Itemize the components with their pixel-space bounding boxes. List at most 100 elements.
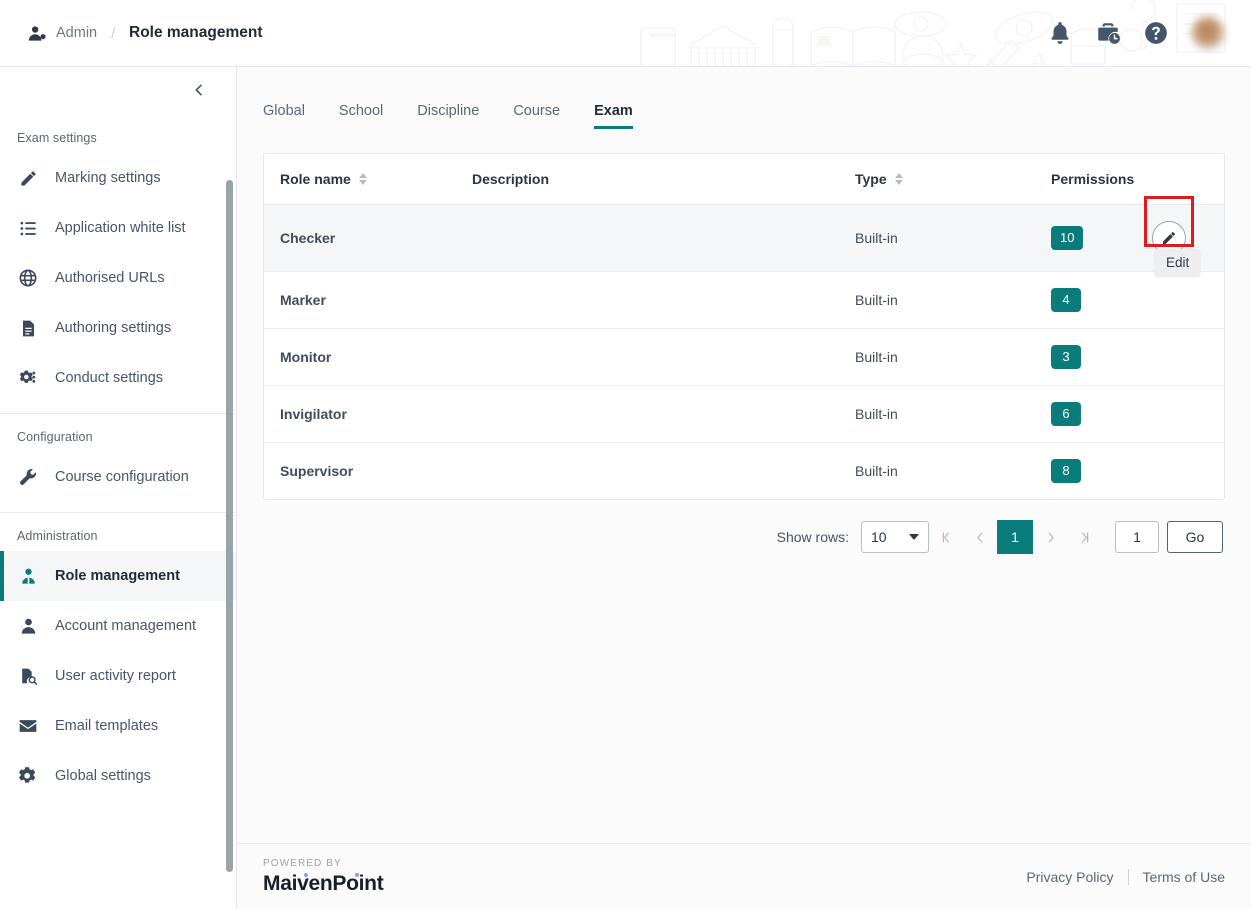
cell-description	[472, 271, 855, 329]
column-header-role-name[interactable]: Role name	[264, 154, 472, 205]
sidebar-item-label: User activity report	[55, 668, 176, 684]
goto-page-input[interactable]	[1115, 521, 1159, 553]
roles-table: Role name Description Type Permissions C…	[264, 154, 1224, 499]
cell-type: Built-in	[855, 463, 898, 479]
column-header-type[interactable]: Type	[855, 154, 1051, 205]
terms-of-use-link[interactable]: Terms of Use	[1143, 869, 1225, 885]
wrench-icon	[17, 466, 39, 488]
tab-discipline[interactable]: Discipline	[417, 103, 501, 129]
prev-page-icon[interactable]	[963, 520, 997, 554]
cell-description	[472, 385, 855, 443]
chevron-left-icon[interactable]	[188, 79, 210, 101]
breadcrumb-separator: /	[111, 25, 115, 41]
breadcrumb-admin[interactable]: Admin	[56, 25, 97, 41]
table-header-row: Role name Description Type Permissions	[264, 154, 1224, 205]
chevron-down-icon	[909, 534, 919, 540]
brand-text: MaivenPoint	[263, 871, 384, 895]
cell-description	[472, 443, 855, 500]
permissions-badge: 6	[1051, 402, 1081, 426]
briefcase-clock-icon[interactable]	[1095, 20, 1121, 46]
group-label-configuration: Configuration	[17, 430, 93, 444]
sidebar-group-exam-settings: Exam settings Marking settings Applicati…	[0, 115, 236, 414]
admin-user-icon	[28, 24, 47, 43]
powered-by-block: POWERED BY MaivenPoint	[263, 857, 384, 896]
help-icon[interactable]	[1143, 20, 1169, 46]
role-management-page: Admin / Role management Exam settings Ma…	[0, 0, 1251, 909]
table-row[interactable]: Supervisor Built-in 8	[264, 443, 1224, 500]
sidebar-item-authorised-urls[interactable]: Authorised URLs	[0, 253, 236, 303]
roles-table-card: Role name Description Type Permissions C…	[263, 153, 1225, 500]
content-area: Role name Description Type Permissions C…	[237, 129, 1251, 843]
tab-global[interactable]: Global	[263, 103, 327, 129]
cell-permissions: 3	[1051, 328, 1152, 386]
sidebar-nav: Exam settings Marking settings Applicati…	[0, 113, 236, 909]
cell-description	[472, 204, 855, 272]
table-body: Checker Built-in 10 Edit Marker Built-in…	[264, 196, 1224, 500]
sidebar-item-user-activity-report[interactable]: User activity report	[0, 651, 236, 701]
sidebar-scrollbar[interactable]	[226, 180, 233, 872]
first-page-icon[interactable]	[929, 520, 963, 554]
table-row[interactable]: Invigilator Built-in 6	[264, 385, 1224, 443]
sidebar-collapse-row	[0, 67, 236, 113]
breadcrumb: Admin / Role management	[0, 24, 263, 43]
sidebar-item-label: Authoring settings	[55, 320, 172, 336]
cell-actions: Edit	[1144, 196, 1224, 276]
list-icon	[17, 217, 39, 239]
sidebar-item-conduct-settings[interactable]: Conduct settings	[0, 353, 236, 403]
sidebar-item-marking-settings[interactable]: Marking settings	[0, 153, 236, 203]
table-row[interactable]: Monitor Built-in 3	[264, 328, 1224, 386]
column-header-permissions: Permissions	[1051, 154, 1152, 205]
show-rows-label: Show rows:	[776, 529, 849, 545]
rows-per-page-value: 10	[871, 529, 887, 545]
powered-by-label: POWERED BY	[263, 857, 342, 869]
cell-type: Built-in	[855, 271, 1051, 329]
report-search-icon	[17, 665, 39, 687]
sort-icon[interactable]	[358, 173, 367, 185]
sidebar-item-global-settings[interactable]: Global settings	[0, 751, 236, 801]
sidebar-item-role-management[interactable]: Role management	[0, 551, 236, 601]
cell-actions	[1152, 443, 1224, 500]
main-content: Global School Discipline Course Exam Rol…	[237, 67, 1251, 909]
sidebar-item-label: Marking settings	[55, 170, 161, 186]
table-row[interactable]: Checker Built-in 10 Edit	[264, 196, 1224, 276]
sidebar-item-application-white-list[interactable]: Application white list	[0, 203, 236, 253]
sidebar-item-course-configuration[interactable]: Course configuration	[0, 452, 236, 502]
tab-course[interactable]: Course	[513, 103, 582, 129]
cell-role-name: Monitor	[264, 328, 472, 386]
go-button[interactable]: Go	[1167, 521, 1223, 553]
cell-role-name: Supervisor	[280, 463, 354, 479]
cell-type: Built-in	[855, 385, 1051, 443]
sidebar-item-label: Conduct settings	[55, 370, 164, 386]
page-number-1[interactable]: 1	[997, 520, 1033, 554]
globe-icon	[17, 267, 39, 289]
cell-permissions: 10	[1051, 204, 1152, 272]
tab-school[interactable]: School	[339, 103, 405, 129]
last-page-icon[interactable]	[1067, 520, 1101, 554]
user-avatar[interactable]	[1191, 16, 1225, 50]
body: Exam settings Marking settings Applicati…	[0, 67, 1251, 909]
sort-icon[interactable]	[894, 173, 903, 185]
privacy-policy-link[interactable]: Privacy Policy	[1026, 869, 1113, 885]
column-header-actions	[1152, 154, 1224, 205]
next-page-icon[interactable]	[1033, 520, 1067, 554]
column-label: Permissions	[1051, 171, 1135, 187]
tab-exam[interactable]: Exam	[594, 103, 655, 129]
table-row[interactable]: Marker Built-in 4	[264, 271, 1224, 329]
sidebar-item-account-management[interactable]: Account management	[0, 601, 236, 651]
footer-links: Privacy Policy Terms of Use	[1026, 868, 1225, 885]
cell-permissions: 6	[1051, 385, 1152, 443]
sidebar-item-email-templates[interactable]: Email templates	[0, 701, 236, 751]
cell-description	[472, 328, 855, 386]
sidebar-item-label: Application white list	[55, 220, 186, 236]
notification-bell-icon[interactable]	[1047, 20, 1073, 46]
tab-bar: Global School Discipline Course Exam	[237, 67, 1251, 129]
rows-per-page-select[interactable]: 10	[861, 521, 929, 553]
group-label-exam-settings: Exam settings	[17, 131, 97, 145]
group-label-administration: Administration	[17, 529, 98, 543]
cell-type: Built-in	[855, 328, 1051, 386]
sidebar-item-authoring-settings[interactable]: Authoring settings	[0, 303, 236, 353]
page-title: Role management	[129, 24, 263, 41]
column-header-description: Description	[472, 154, 855, 205]
envelope-icon	[17, 715, 39, 737]
cell-permissions: 4	[1051, 271, 1152, 329]
